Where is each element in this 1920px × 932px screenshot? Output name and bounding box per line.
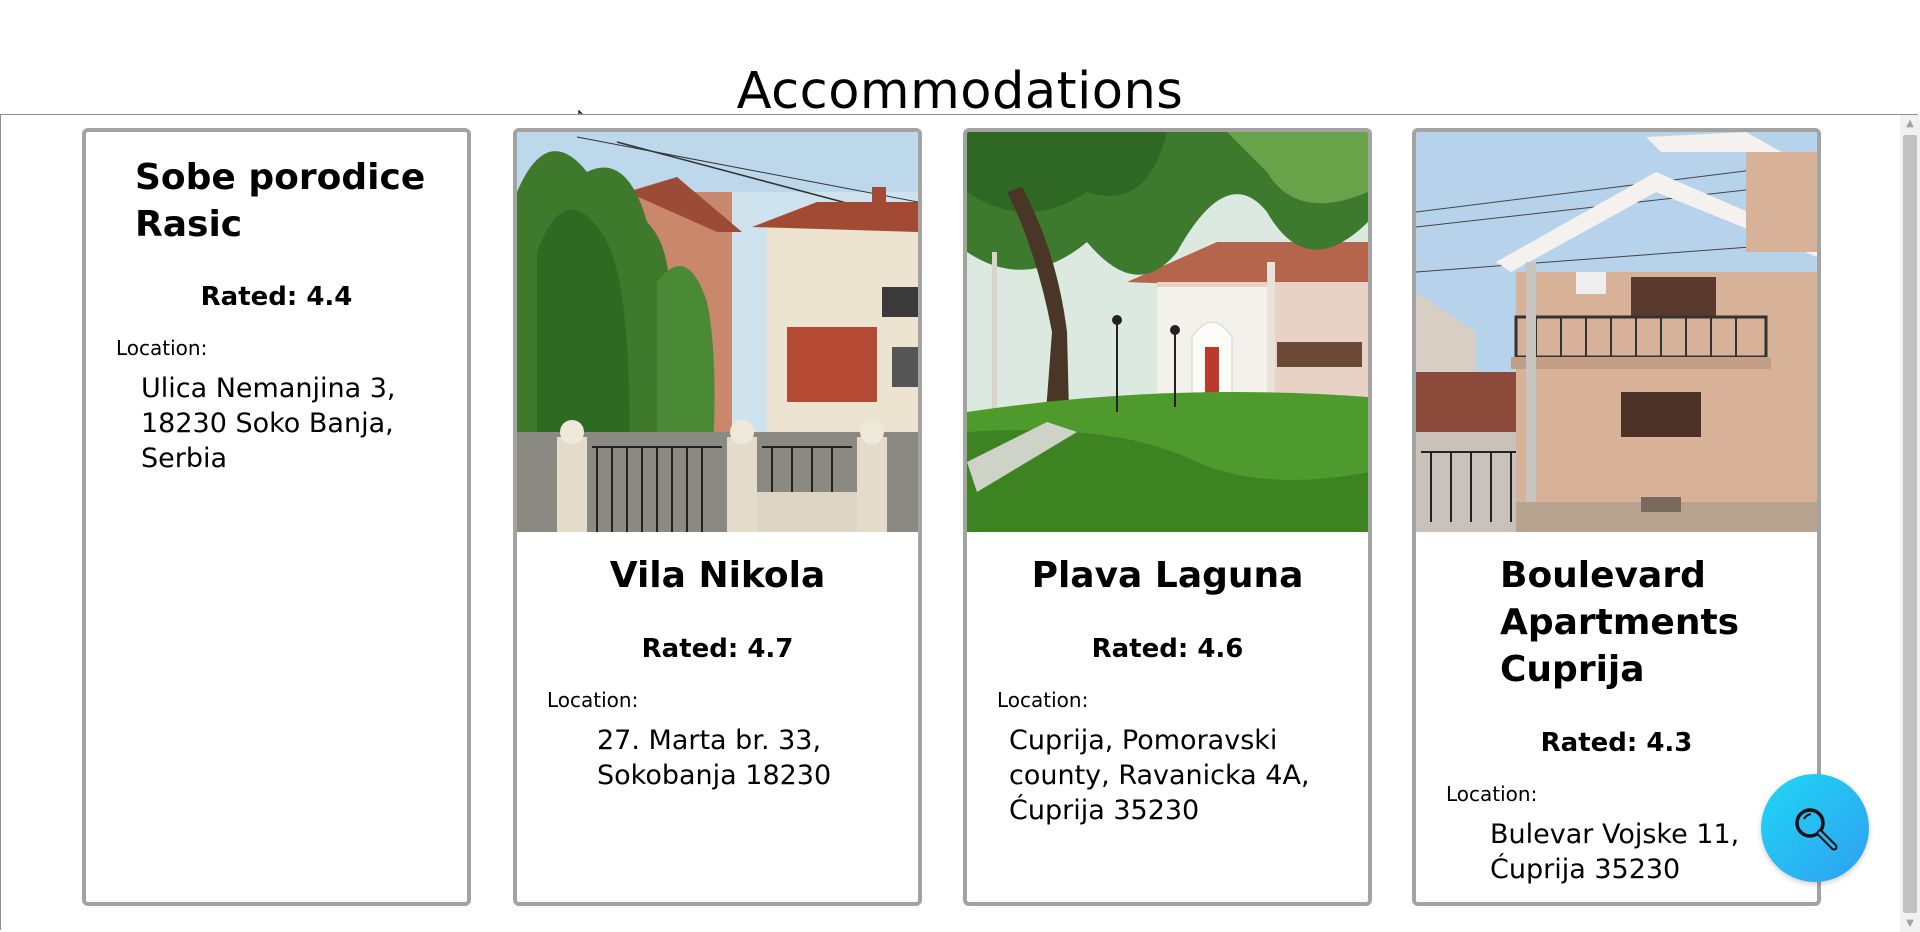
accommodation-card-4[interactable]: Boulevard Apartments Cuprija Rated: 4.3 … <box>1412 128 1821 906</box>
page-title: Accommodations <box>736 62 1184 122</box>
scrollbar-thumb[interactable] <box>1903 135 1917 913</box>
location-label: Location: <box>1446 782 1538 806</box>
accommodation-rating: Rated: 4.4 <box>200 282 353 312</box>
accommodation-card-2[interactable]: Vila Nikola Rated: 4.7 Location: 27. Mar… <box>513 128 922 906</box>
vertical-scrollbar[interactable]: ▲ ▼ <box>1900 115 1920 932</box>
accommodation-rating: Rated: 4.7 <box>641 634 794 664</box>
white-villa-garden-photo[interactable] <box>967 132 1368 532</box>
location-address: Ulica Nemanjina 3, 18230 Soko Banja, Ser… <box>141 373 396 474</box>
accommodation-rating: Rated: 4.3 <box>1540 728 1693 758</box>
location-label: Location: <box>116 336 208 360</box>
magnifier-icon <box>1795 808 1838 851</box>
location-address: 27. Marta br. 33, Sokobanja 18230 <box>597 725 832 791</box>
scroll-up-arrow-icon[interactable]: ▲ <box>1900 115 1920 132</box>
location-address: Cuprija, Pomoravski county, Ravanicka 4A… <box>1009 725 1310 826</box>
scroll-down-arrow-icon[interactable]: ▼ <box>1900 915 1920 932</box>
location-label: Location: <box>547 688 639 712</box>
accommodation-card-3[interactable]: Plava Laguna Rated: 4.6 Location: Cuprij… <box>963 128 1372 906</box>
accommodation-name[interactable]: Plava Laguna <box>967 552 1368 599</box>
house-with-cypress-hedge-photo[interactable] <box>517 132 918 532</box>
accommodation-name[interactable]: Boulevard Apartments Cuprija <box>1500 552 1810 693</box>
search-button[interactable] <box>1761 774 1869 882</box>
location-address: Bulevar Vojske 11, Ćuprija 35230 <box>1490 819 1740 885</box>
accommodation-rating: Rated: 4.6 <box>1091 634 1244 664</box>
location-label: Location: <box>997 688 1089 712</box>
accommodation-name[interactable]: Vila Nikola <box>517 552 918 599</box>
apartment-building-balcony-photo[interactable] <box>1416 132 1817 532</box>
accommodation-card-1[interactable]: Sobe porodice Rasic Rated: 4.4 Location:… <box>82 128 471 906</box>
accommodation-name[interactable]: Sobe porodice Rasic <box>135 154 455 248</box>
